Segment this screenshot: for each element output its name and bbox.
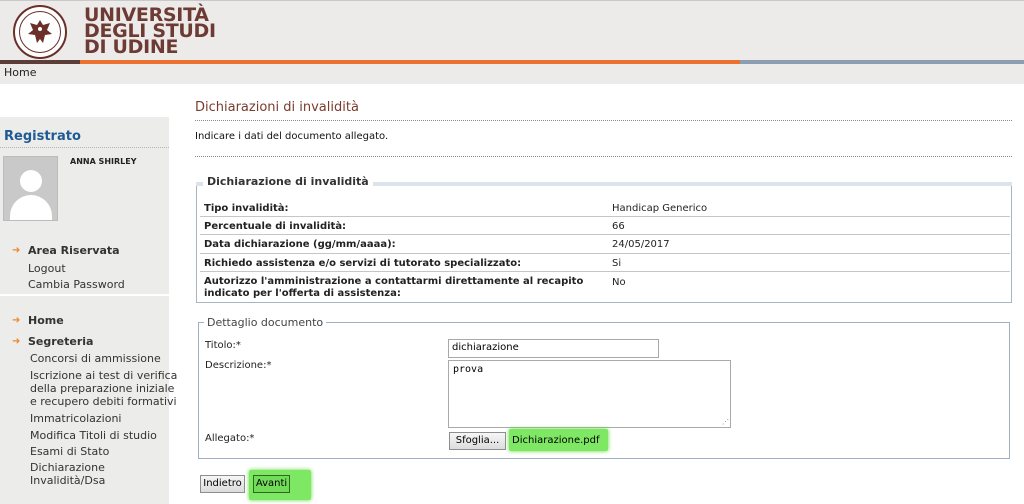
row-label-line: Autorizzo l'amministrazione a contattarm… xyxy=(204,276,584,287)
invalidity-row-autorizzo: Autorizzo l'amministrazione a contattarm… xyxy=(200,272,1010,300)
next-button[interactable]: Avanti xyxy=(253,475,290,493)
browse-file-button[interactable]: Sfoglia... xyxy=(449,432,506,450)
back-button[interactable]: Indietro xyxy=(200,475,245,493)
arrow-right-icon: ➜ xyxy=(12,315,21,326)
title-divider xyxy=(195,120,1012,121)
sidebar-title: Registrato xyxy=(4,129,81,144)
invalidity-legend: Dichiarazione di invalidità xyxy=(203,175,373,188)
avatar-body xyxy=(10,195,52,220)
university-name-logo[interactable]: UNIVERSITÀ DEGLI STUDI DI UDINE xyxy=(84,6,216,57)
intro-divider xyxy=(195,156,1012,157)
row-value: 24/05/2017 xyxy=(612,239,670,250)
sidebar-item-home[interactable]: ➜ Home xyxy=(12,314,64,327)
user-name: ANNA SHIRLEY xyxy=(70,157,137,166)
sidebar-item-line: Iscrizione ai test di verifica xyxy=(30,369,178,382)
sidebar-item-area-riservata[interactable]: ➜ Area Riservata xyxy=(12,244,120,257)
invalidity-row-assistenza: Richiedo assistenza e/o servizi di tutor… xyxy=(200,254,1010,272)
invalidity-row-data: Data dichiarazione (gg/mm/aaaa): 24/05/2… xyxy=(200,235,1010,254)
row-value: No xyxy=(612,277,626,288)
sidebar-item-label: Area Riservata xyxy=(28,244,120,257)
descrizione-textarea[interactable]: prova ⋰ xyxy=(448,360,731,428)
sidebar-item-immatricolazioni[interactable]: Immatricolazioni xyxy=(30,412,121,425)
descrizione-label: Descrizione:* xyxy=(205,360,272,371)
page-title: Dichiarazioni di invalidità xyxy=(195,100,359,115)
descrizione-text: prova xyxy=(453,364,484,375)
sidebar-item-label: Segreteria xyxy=(28,335,94,348)
row-value: 66 xyxy=(612,221,625,232)
avatar xyxy=(3,156,58,221)
sidebar-item-line: Invalidità/Dsa xyxy=(30,474,106,487)
sidebar-item-label: Home xyxy=(28,314,64,327)
sidebar-item-iscrizione-test[interactable]: Iscrizione ai test di verifica della pre… xyxy=(30,369,177,408)
sidebar-item-modifica-titoli[interactable]: Modifica Titoli di studio xyxy=(30,429,157,442)
selected-file-name: Dichiarazione.pdf xyxy=(512,435,600,446)
arrow-right-icon: ➜ xyxy=(12,336,21,347)
breadcrumb: Home xyxy=(0,64,1024,84)
row-label: Tipo invalidità: xyxy=(204,203,289,214)
sidebar: Registrato ANNA SHIRLEY ➜ Area Riservata… xyxy=(0,117,177,504)
sidebar-item-line: della preparazione iniziale xyxy=(30,382,175,395)
sidebar-item-concorsi[interactable]: Concorsi di ammissione xyxy=(30,352,161,365)
row-label: Richiedo assistenza e/o servizi di tutor… xyxy=(204,258,522,269)
row-value: Handicap Generico xyxy=(612,203,708,214)
intro-text: Indicare i dati del documento allegato. xyxy=(195,131,389,142)
sidebar-item-segreteria[interactable]: ➜ Segreteria xyxy=(12,335,93,348)
sidebar-item-line: Dichiarazione xyxy=(30,461,105,474)
row-label: Percentuale di invalidità: xyxy=(204,221,347,232)
row-label-line: indicato per l'offerta di assistenza: xyxy=(204,288,401,299)
sidebar-item-cambia-password[interactable]: Cambia Password xyxy=(28,278,125,291)
invalidity-row-percentuale: Percentuale di invalidità: 66 xyxy=(200,217,1010,235)
titolo-input[interactable]: dichiarazione xyxy=(448,339,659,358)
arrow-right-icon: ➜ xyxy=(12,245,21,256)
sidebar-item-logout[interactable]: Logout xyxy=(28,262,66,275)
invalidity-row-tipo: Tipo invalidità: Handicap Generico xyxy=(200,199,1010,217)
row-label: Data dichiarazione (gg/mm/aaaa): xyxy=(204,239,396,250)
eagle-icon xyxy=(28,20,52,43)
resize-handle-icon[interactable]: ⋰ xyxy=(722,418,729,426)
sidebar-item-esami-stato[interactable]: Esami di Stato xyxy=(30,445,109,458)
sidebar-divider xyxy=(0,147,169,148)
sidebar-item-line: e recupero debiti formativi xyxy=(30,395,177,408)
row-label: Autorizzo l'amministrazione a contattarm… xyxy=(204,276,583,300)
sidebar-separator xyxy=(0,294,169,296)
document-legend: Dettaglio documento xyxy=(204,316,327,329)
university-seal-logo[interactable] xyxy=(13,5,67,59)
sidebar-item-dichiarazione-invalidita[interactable]: Dichiarazione Invalidità/Dsa xyxy=(30,461,105,487)
allegato-label: Allegato:* xyxy=(205,433,255,444)
avatar-head xyxy=(20,170,42,192)
titolo-label: Titolo:* xyxy=(205,340,241,351)
breadcrumb-home-link[interactable]: Home xyxy=(4,66,36,79)
site-header: UNIVERSITÀ DEGLI STUDI DI UDINE xyxy=(0,0,1024,60)
row-value: Si xyxy=(612,258,622,269)
